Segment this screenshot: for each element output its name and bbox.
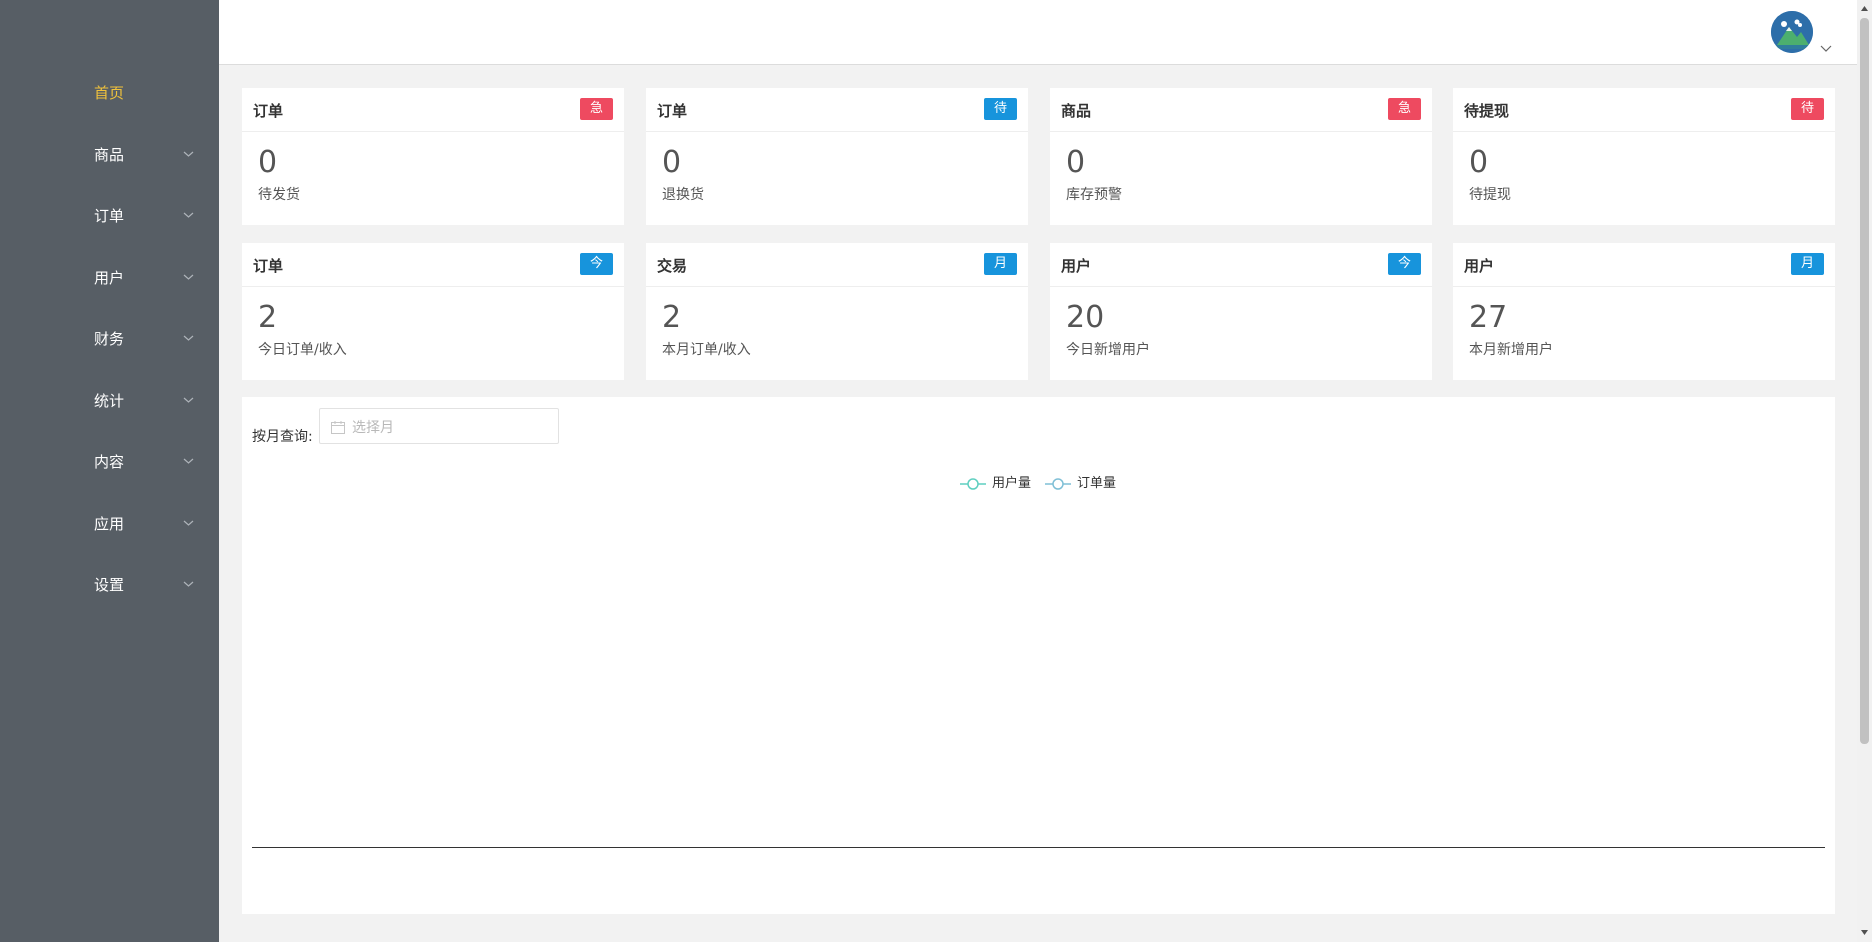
card-description: 本月新增用户	[1469, 342, 1553, 358]
card-value: 2	[258, 300, 278, 335]
card-description: 今日新增用户	[1066, 342, 1150, 358]
sidebar-item-label: 应用	[94, 515, 125, 533]
scroll-down-arrow-icon[interactable]	[1860, 929, 1869, 936]
card-header: 待提现 待	[1453, 88, 1835, 132]
stat-card-stock-warning: 商品 急 0 库存预警	[1050, 88, 1432, 225]
stat-card-pending-shipment: 订单 急 0 待发货	[242, 88, 624, 225]
status-badge: 待	[983, 98, 1017, 120]
scrollbar-thumb[interactable]	[1860, 18, 1869, 744]
card-description: 库存预警	[1066, 187, 1122, 203]
user-avatar[interactable]	[1771, 11, 1813, 53]
vertical-scrollbar[interactable]	[1857, 0, 1872, 942]
card-title: 待提现	[1464, 102, 1510, 120]
card-title: 商品	[1061, 102, 1092, 120]
calendar-icon	[331, 421, 345, 434]
legend-label: 用户量	[992, 476, 1032, 491]
chevron-down-icon	[183, 397, 194, 403]
sidebar-item-label: 商品	[94, 146, 125, 164]
status-badge: 今	[579, 253, 613, 275]
card-title: 用户	[1061, 257, 1092, 275]
stat-card-today-orders: 订单 今 2 今日订单/收入	[242, 243, 624, 380]
card-description: 退换货	[662, 187, 704, 203]
status-badge: 月	[1790, 253, 1824, 275]
chart-panel: 按月查询: 选择月 用户量 订单量	[242, 397, 1835, 914]
sidebar-item-label: 用户	[94, 269, 125, 287]
sidebar-item-settings[interactable]: 设置	[0, 570, 219, 600]
sidebar-item-home[interactable]: 首页	[0, 78, 219, 108]
legend-label: 订单量	[1077, 476, 1117, 491]
card-header: 用户 月	[1453, 243, 1835, 287]
card-value: 20	[1066, 300, 1105, 335]
month-query-label: 按月查询:	[252, 429, 313, 445]
stat-card-month-new-users: 用户 月 27 本月新增用户	[1453, 243, 1835, 380]
card-header: 交易 月	[646, 243, 1028, 287]
status-badge: 月	[983, 253, 1017, 275]
chevron-down-icon	[183, 212, 194, 218]
status-badge: 待	[1790, 98, 1824, 120]
sidebar-item-content[interactable]: 内容	[0, 447, 219, 477]
legend-line-marker-icon	[1045, 478, 1071, 490]
month-picker-input[interactable]: 选择月	[319, 408, 559, 444]
card-description: 待发货	[258, 187, 300, 203]
month-picker-placeholder: 选择月	[352, 420, 394, 436]
stat-card-pending-withdrawal: 待提现 待 0 待提现	[1453, 88, 1835, 225]
status-badge: 急	[579, 98, 613, 120]
stat-card-today-new-users: 用户 今 20 今日新增用户	[1050, 243, 1432, 380]
chevron-down-icon[interactable]	[1820, 44, 1832, 52]
scroll-up-arrow-icon[interactable]	[1860, 5, 1869, 12]
chevron-down-icon	[183, 274, 194, 280]
card-title: 交易	[657, 257, 688, 275]
card-description: 今日订单/收入	[258, 342, 347, 358]
sidebar-item-orders[interactable]: 订单	[0, 201, 219, 231]
sidebar: 首页 商品 订单 用户 财务 统计 内容 应用 设置	[0, 0, 219, 942]
card-header: 订单 急	[242, 88, 624, 132]
card-value: 27	[1469, 300, 1508, 335]
sidebar-item-label: 财务	[94, 330, 125, 348]
sidebar-item-apps[interactable]: 应用	[0, 509, 219, 539]
card-value: 0	[258, 145, 278, 180]
avatar-mountain-icon	[1771, 11, 1813, 53]
sidebar-item-label: 首页	[94, 84, 125, 102]
chevron-down-icon	[183, 520, 194, 526]
chevron-down-icon	[183, 458, 194, 464]
chevron-down-icon	[183, 581, 194, 587]
card-header: 商品 急	[1050, 88, 1432, 132]
status-badge: 今	[1387, 253, 1421, 275]
card-description: 本月订单/收入	[662, 342, 751, 358]
sidebar-item-label: 订单	[94, 207, 125, 225]
card-value: 0	[662, 145, 682, 180]
card-header: 订单 待	[646, 88, 1028, 132]
card-title: 用户	[1464, 257, 1495, 275]
legend-line-marker-icon	[960, 478, 986, 490]
chevron-down-icon	[183, 151, 194, 157]
sidebar-item-users[interactable]: 用户	[0, 263, 219, 293]
sidebar-item-label: 内容	[94, 453, 125, 471]
top-header	[219, 0, 1857, 65]
card-value: 0	[1066, 145, 1086, 180]
chevron-down-icon	[183, 335, 194, 341]
chart-x-axis-line	[252, 847, 1825, 848]
card-header: 用户 今	[1050, 243, 1432, 287]
sidebar-item-products[interactable]: 商品	[0, 140, 219, 170]
stat-card-month-transactions: 交易 月 2 本月订单/收入	[646, 243, 1028, 380]
card-value: 2	[662, 300, 682, 335]
status-badge: 急	[1387, 98, 1421, 120]
card-value: 0	[1469, 145, 1489, 180]
card-header: 订单 今	[242, 243, 624, 287]
sidebar-item-label: 设置	[94, 576, 125, 594]
card-title: 订单	[253, 257, 284, 275]
card-title: 订单	[657, 102, 688, 120]
stat-card-returns: 订单 待 0 退换货	[646, 88, 1028, 225]
card-description: 待提现	[1469, 187, 1511, 203]
sidebar-item-statistics[interactable]: 统计	[0, 386, 219, 416]
card-title: 订单	[253, 102, 284, 120]
sidebar-item-label: 统计	[94, 392, 125, 410]
sidebar-item-finance[interactable]: 财务	[0, 324, 219, 354]
